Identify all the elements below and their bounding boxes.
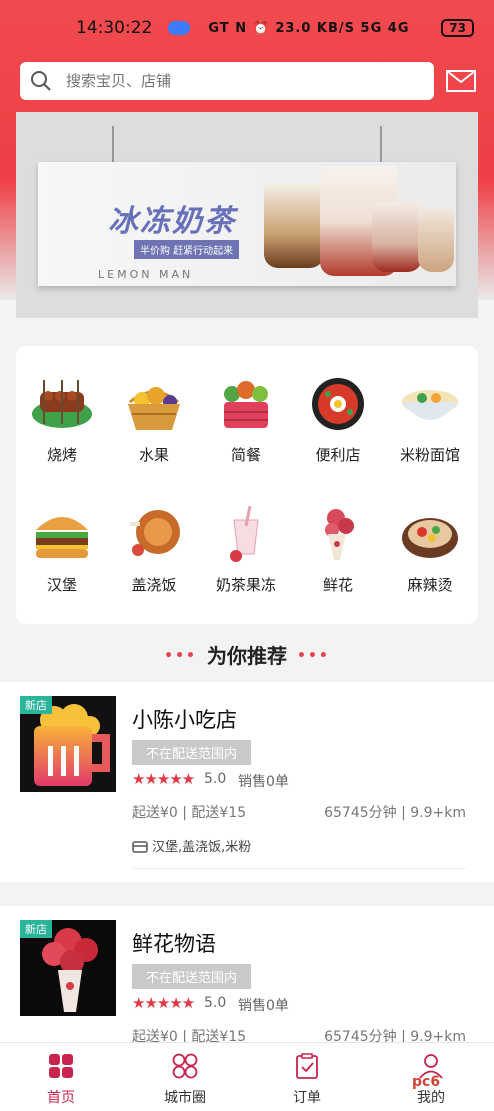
recommend-dots: •••	[297, 648, 330, 664]
recommend-dots: •••	[164, 648, 197, 664]
shop-thumbnail: 新店	[20, 920, 116, 1016]
search-icon	[31, 71, 51, 91]
category-label: 便利店	[315, 446, 361, 464]
search-bar[interactable]	[20, 62, 434, 100]
banner-subtitle: LEMON MAN	[98, 268, 194, 281]
category-burger[interactable]: 汉堡	[16, 504, 108, 595]
search-input[interactable]	[64, 71, 398, 91]
category-label: 盖浇饭	[131, 576, 177, 594]
delivery-fee: 起送¥0 | 配送¥15	[132, 805, 247, 821]
status-bar: 14:30:22 GT N ⏰ 23.0 KB/S 5G 4G 73	[0, 0, 494, 56]
banner-clip	[112, 126, 114, 164]
banner-board: 冰冻奶茶 半价购 赶紧行动起来 LEMON MAN	[38, 162, 456, 286]
delivery-status-tag: 不在配送范围内	[132, 964, 252, 989]
category-label: 烧烤	[46, 446, 77, 464]
category-flower[interactable]: 鲜花	[292, 504, 384, 595]
rating-stars: ★★★★★	[132, 994, 195, 1012]
shop-categories-text: 汉堡,盖浇饭,米粉	[152, 840, 252, 855]
shop-name: 鲜花物语	[132, 932, 216, 956]
banner-title: 冰冻奶茶	[108, 204, 236, 239]
shop-name: 小陈小吃店	[132, 708, 237, 732]
category-label: 麻辣烫	[407, 576, 453, 594]
new-shop-badge: 新店	[20, 696, 52, 714]
hotpot-icon	[312, 378, 364, 430]
rice-plate-icon	[130, 510, 180, 556]
tab-label: 城市圈	[164, 1090, 206, 1106]
category-simple-meal[interactable]: 简餐	[200, 374, 292, 465]
card-divider	[132, 868, 466, 869]
recommend-title: 为你推荐	[207, 644, 287, 668]
category-label: 米粉面馆	[399, 446, 460, 464]
milk-tea-icon	[230, 505, 259, 562]
category-label: 汉堡	[46, 576, 77, 594]
category-label: 简餐	[230, 446, 261, 464]
rating-value: 5.0	[204, 771, 227, 787]
category-label: 水果	[138, 446, 169, 464]
banner-clip	[380, 126, 382, 164]
recommend-header: ••• 为你推荐 •••	[0, 640, 494, 669]
new-shop-badge: 新店	[20, 920, 52, 938]
fruit-basket-icon	[128, 387, 180, 430]
watermark-logo: pc6	[412, 1074, 441, 1090]
home-grid-icon	[49, 1054, 73, 1078]
sales-count: 销售0单	[238, 998, 289, 1014]
status-indicators: GT N ⏰ 23.0 KB/S 5G 4G	[208, 20, 410, 36]
delivery-distance: 65745分钟 | 9.9+km	[324, 805, 466, 821]
category-convenience[interactable]: 便利店	[292, 374, 384, 465]
tab-label: 我的	[417, 1090, 445, 1106]
vegetable-basket-icon	[224, 381, 268, 428]
city-circle-icon	[172, 1053, 198, 1079]
delivery-status-tag: 不在配送范围内	[132, 740, 252, 765]
mail-icon[interactable]	[446, 70, 476, 92]
milk-tea-cup-image	[418, 208, 454, 272]
bbq-icon	[32, 380, 92, 428]
tab-label: 订单	[293, 1090, 321, 1106]
order-clipboard-icon	[296, 1053, 318, 1079]
category-label: 鲜花	[322, 576, 353, 594]
category-label: 奶茶果冻	[215, 576, 276, 594]
banner-tagline: 半价购 赶紧行动起来	[134, 240, 240, 259]
gt-icon	[168, 21, 191, 35]
tab-city-circle[interactable]: 城市圈	[140, 1053, 230, 1107]
shop-categories: 汉堡,盖浇饭,米粉	[132, 836, 251, 855]
tab-label: 首页	[47, 1090, 75, 1106]
rating-value: 5.0	[204, 995, 227, 1011]
tab-home[interactable]: 首页	[16, 1053, 106, 1107]
spicy-pot-icon	[402, 518, 458, 558]
sales-count: 销售0单	[238, 774, 289, 790]
flower-bouquet-icon	[325, 509, 354, 560]
category-fruit[interactable]: 水果	[108, 374, 200, 465]
shop-thumbnail: 新店	[20, 696, 116, 792]
category-noodle[interactable]: 米粉面馆	[384, 374, 476, 465]
category-bbq[interactable]: 烧烤	[16, 374, 108, 465]
noodle-bowl-icon	[402, 390, 458, 420]
category-rice[interactable]: 盖浇饭	[108, 504, 200, 595]
milk-tea-cup-image	[372, 202, 422, 272]
battery-icon: 73	[441, 19, 474, 37]
category-milk-tea[interactable]: 奶茶果冻	[200, 504, 292, 595]
status-time: 14:30:22	[76, 18, 153, 38]
rating-stars: ★★★★★	[132, 770, 195, 788]
shop-card[interactable]: 新店 小陈小吃店 不在配送范围内 ★★★★★ 5.0 销售0单 起送¥0 | 配…	[0, 682, 494, 882]
milk-tea-cup-image	[264, 184, 324, 268]
promo-banner[interactable]: 冰冻奶茶 半价购 赶紧行动起来 LEMON MAN	[16, 112, 478, 318]
category-grid: 烧烤 水果 简餐 便利店 米粉面馆 汉堡 盖浇饭 奶茶果冻 鲜花 麻辣烫	[16, 346, 478, 624]
category-spicy[interactable]: 麻辣烫	[384, 504, 476, 595]
tab-orders[interactable]: 订单	[262, 1053, 352, 1107]
shop-category-icon	[132, 840, 148, 853]
burger-icon	[36, 517, 88, 558]
